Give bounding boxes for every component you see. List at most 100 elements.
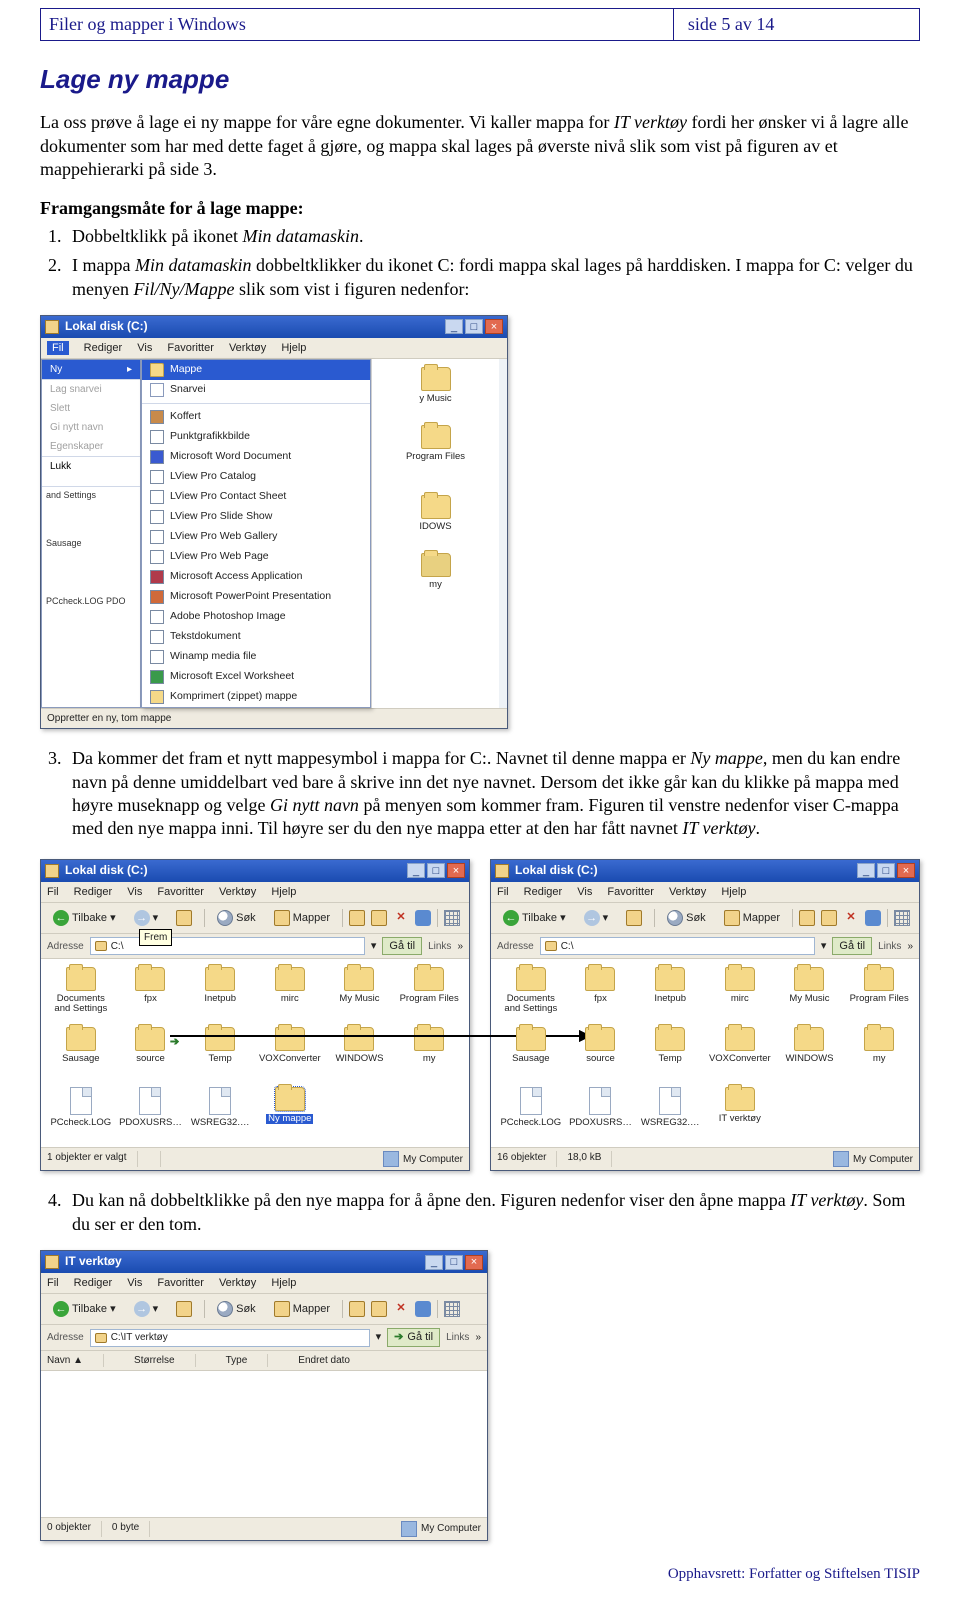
menu-verktoy[interactable]: Verktøy <box>669 886 706 898</box>
folder-item[interactable]: Program Files <box>397 967 461 1019</box>
forward-button[interactable]: →▾ <box>128 1298 165 1320</box>
submenu-item[interactable]: LView Pro Web Page <box>142 547 370 567</box>
folder-item[interactable]: mirc <box>708 967 772 1019</box>
file-item[interactable]: PDOXUSRS… <box>119 1087 183 1139</box>
copyto-icon[interactable] <box>371 1301 387 1317</box>
forward-button[interactable]: →▾ <box>128 907 165 929</box>
menu-item-lukk[interactable]: Lukk <box>42 457 140 476</box>
folder-item[interactable]: VOXConverter <box>708 1027 772 1079</box>
file-item[interactable]: PCcheck.LOG <box>499 1087 563 1139</box>
up-button[interactable] <box>170 907 198 929</box>
menu-rediger[interactable]: Rediger <box>524 886 563 898</box>
submenu-item[interactable]: Tekstdokument <box>142 627 370 647</box>
menu-verktoy[interactable]: Verktøy <box>219 886 256 898</box>
folder-content[interactable]: Documents and Settings fpx Inetpub mirc … <box>41 959 469 1147</box>
menu-favoritter[interactable]: Favoritter <box>157 886 203 898</box>
folders-button[interactable]: Mapper <box>268 907 336 929</box>
folder-item[interactable]: my <box>847 1027 911 1079</box>
col-navn[interactable]: Navn ▲ <box>47 1354 104 1367</box>
folder-item[interactable]: Inetpub <box>638 967 702 1019</box>
go-button[interactable]: ➔Gå til <box>382 937 422 955</box>
submenu-item[interactable]: LView Pro Contact Sheet <box>142 487 370 507</box>
col-endret[interactable]: Endret dato <box>298 1354 370 1367</box>
search-button[interactable]: Søk <box>211 1298 262 1320</box>
submenu-item[interactable]: LView Pro Slide Show <box>142 507 370 527</box>
file-item[interactable]: PCcheck.LOG <box>49 1087 113 1139</box>
back-button[interactable]: ←Tilbake▾ <box>47 907 122 929</box>
submenu-item[interactable]: Microsoft Word Document <box>142 447 370 467</box>
undo-icon[interactable] <box>415 1301 431 1317</box>
search-button[interactable]: Søk <box>211 907 262 929</box>
back-button[interactable]: ←Tilbake▾ <box>47 1298 122 1320</box>
go-button[interactable]: ➔Gå til <box>832 937 872 955</box>
submenu-item[interactable]: Microsoft PowerPoint Presentation <box>142 587 370 607</box>
it-verktoy-folder[interactable]: IT verktøy <box>708 1087 772 1139</box>
menu-verktoy[interactable]: Verktøy <box>229 342 266 354</box>
folder-item[interactable]: mirc <box>258 967 322 1019</box>
window-titlebar[interactable]: Lokal disk (C:) _ □ × <box>41 316 507 338</box>
menubar[interactable]: Fil Rediger Vis Favoritter Verktøy Hjelp <box>41 882 469 903</box>
up-button[interactable] <box>620 907 648 929</box>
menu-favoritter[interactable]: Favoritter <box>157 1277 203 1289</box>
new-folder-item[interactable]: Ny mappe <box>258 1087 322 1139</box>
copyto-icon[interactable] <box>371 910 387 926</box>
folder-item[interactable]: Program Files <box>847 967 911 1019</box>
folders-button[interactable]: Mapper <box>268 1298 336 1320</box>
folder-content[interactable]: Documents and Settings fpx Inetpub mirc … <box>491 959 919 1147</box>
delete-icon[interactable]: ✕ <box>843 910 859 926</box>
close-button[interactable]: × <box>465 1255 483 1270</box>
links-label[interactable]: Links <box>446 1331 469 1344</box>
submenu-item[interactable]: Microsoft Excel Worksheet <box>142 667 370 687</box>
folder-item[interactable]: Documents and Settings <box>499 967 563 1019</box>
folder-item[interactable]: My Music <box>328 967 392 1019</box>
moveto-icon[interactable] <box>349 1301 365 1317</box>
moveto-icon[interactable] <box>799 910 815 926</box>
minimize-button[interactable]: _ <box>407 863 425 878</box>
minimize-button[interactable]: _ <box>425 1255 443 1270</box>
file-item[interactable]: PDOXUSRS… <box>569 1087 633 1139</box>
menu-verktoy[interactable]: Verktøy <box>219 1277 256 1289</box>
address-field[interactable]: C:\ <box>540 937 815 955</box>
menubar[interactable]: Fil Rediger Vis Favoritter Verktøy Hjelp <box>41 338 507 359</box>
submenu-item[interactable]: Microsoft Access Application <box>142 567 370 587</box>
folders-button[interactable]: Mapper <box>718 907 786 929</box>
empty-content[interactable] <box>41 1371 487 1517</box>
maximize-button[interactable]: □ <box>445 1255 463 1270</box>
menu-fil[interactable]: Fil <box>47 886 59 898</box>
folder-item[interactable]: WINDOWS <box>778 1027 842 1079</box>
menu-rediger[interactable]: Rediger <box>84 342 123 354</box>
file-item[interactable]: WSREG32.… <box>188 1087 252 1139</box>
submenu-item[interactable]: Winamp media file <box>142 647 370 667</box>
submenu-item[interactable]: LView Pro Web Gallery <box>142 527 370 547</box>
undo-icon[interactable] <box>415 910 431 926</box>
maximize-button[interactable]: □ <box>427 863 445 878</box>
window-titlebar[interactable]: Lokal disk (C:) _□× <box>491 860 919 882</box>
col-storrelse[interactable]: Størrelse <box>134 1354 196 1367</box>
submenu-snarvei[interactable]: Snarvei <box>142 380 370 400</box>
menubar[interactable]: Fil Rediger Vis Favoritter Verktøy Hjelp <box>41 1273 487 1294</box>
folder-item[interactable]: fpx <box>569 967 633 1019</box>
menu-vis[interactable]: Vis <box>577 886 592 898</box>
close-button[interactable]: × <box>447 863 465 878</box>
menu-fil[interactable]: Fil <box>47 1277 59 1289</box>
go-button[interactable]: ➔Gå til <box>387 1328 440 1346</box>
folder-item[interactable]: My Music <box>778 967 842 1019</box>
undo-icon[interactable] <box>865 910 881 926</box>
menu-fil[interactable]: Fil <box>497 886 509 898</box>
menu-item-ny[interactable]: Ny▸ <box>42 360 140 379</box>
address-field[interactable]: C:\ <box>90 937 365 955</box>
views-icon[interactable] <box>894 910 910 926</box>
submenu-item[interactable]: Komprimert (zippet) mappe <box>142 687 370 707</box>
delete-icon[interactable]: ✕ <box>393 1301 409 1317</box>
address-field[interactable]: C:\IT verktøy <box>90 1329 370 1347</box>
forward-button[interactable]: →▾ <box>578 907 615 929</box>
moveto-icon[interactable] <box>349 910 365 926</box>
views-icon[interactable] <box>444 910 460 926</box>
column-headers[interactable]: Navn ▲ Størrelse Type Endret dato <box>41 1351 487 1371</box>
search-button[interactable]: Søk <box>661 907 712 929</box>
close-button[interactable]: × <box>485 319 503 334</box>
col-type[interactable]: Type <box>226 1354 269 1367</box>
folder-item[interactable]: Documents and Settings <box>49 967 113 1019</box>
submenu-mappe[interactable]: Mappe <box>142 360 370 380</box>
folder-item[interactable]: fpx <box>119 967 183 1019</box>
